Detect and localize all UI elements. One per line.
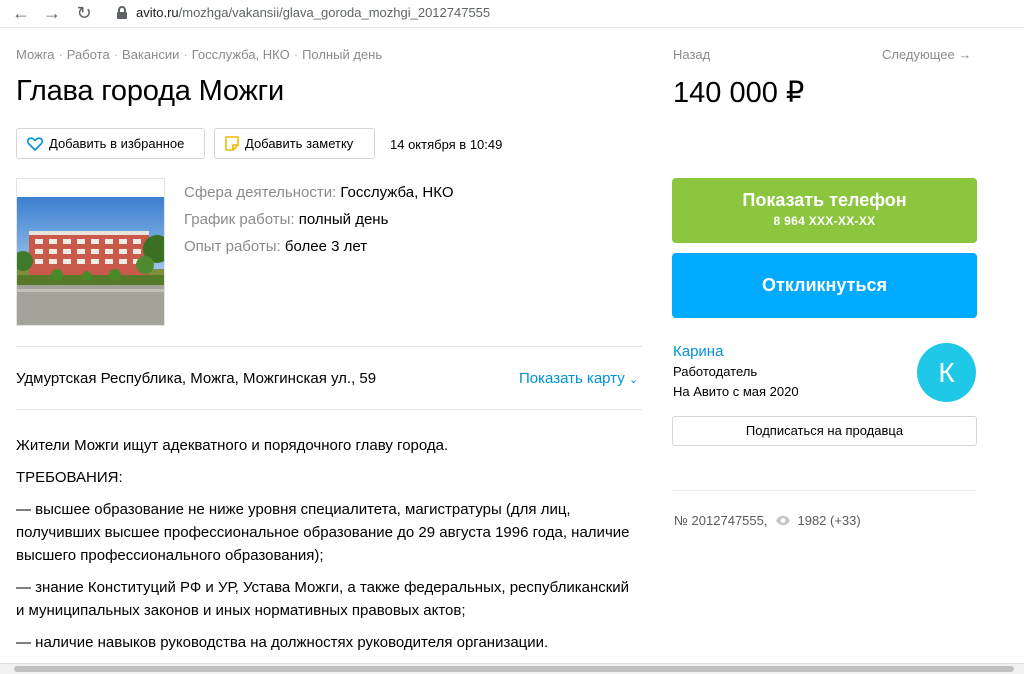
description-paragraph: — знание Конституций РФ и УР, Устава Мож… (16, 579, 630, 619)
avatar[interactable]: К (917, 343, 976, 402)
ad-number: № 2012747555, (674, 513, 768, 528)
url-path: /mozhga/vakansii/glava_goroda_mozhgi_201… (178, 5, 491, 20)
subscribe-button[interactable]: Подписаться на продавца (672, 416, 977, 446)
lock-icon[interactable] (117, 6, 127, 19)
divider (16, 409, 642, 410)
param-value: полный день (298, 211, 389, 228)
divider (672, 490, 977, 491)
breadcrumb-item[interactable]: Госслужба, НКО (192, 47, 290, 62)
description-paragraph: — высшее образование не ниже уровня спец… (16, 501, 630, 564)
browser-toolbar: ← → ↻ avito.ru/mozhga/vakansii/glava_gor… (0, 0, 1024, 28)
breadcrumb-item[interactable]: Полный день (302, 47, 382, 62)
forward-arrow-icon[interactable]: → (42, 3, 62, 23)
listing-photo[interactable] (16, 178, 165, 326)
breadcrumb-item[interactable]: Работа (67, 47, 110, 62)
breadcrumb-separator: · (293, 47, 299, 62)
add-to-favorites-label: Добавить в избранное (49, 136, 185, 151)
seller-role: Работодатель (673, 364, 758, 379)
seller-since: На Авито с мая 2020 (673, 384, 799, 399)
show-map-label: Показать карту (519, 370, 625, 387)
phone-masked: 8 964 XXX-XX-XX (773, 214, 876, 228)
back-arrow-icon[interactable]: ← (11, 3, 31, 23)
prev-listing-link[interactable]: Назад (673, 47, 710, 62)
price: 140 000 ₽ (673, 77, 805, 109)
description-paragraph: Жители Можги ищут адекватного и порядочн… (16, 437, 449, 454)
show-phone-button[interactable]: Показать телефон 8 964 XXX-XX-XX (672, 178, 977, 243)
seller-name-link[interactable]: Карина (673, 343, 723, 360)
reply-button[interactable]: Откликнуться (672, 253, 977, 318)
param-row: Сфера деятельности: Госслужба, НКО (184, 179, 454, 206)
breadcrumb-item[interactable]: Можга (16, 47, 54, 62)
heart-icon (27, 136, 43, 151)
horizontal-scrollbar[interactable] (0, 663, 1024, 674)
views-count: 1982 (+33) (797, 513, 861, 528)
scrollbar-thumb[interactable] (14, 666, 1014, 672)
url-host: avito.ru (136, 5, 179, 20)
eye-icon (775, 515, 791, 526)
add-note-label: Добавить заметку (245, 136, 354, 151)
next-listing-link[interactable]: Следующее → (882, 47, 971, 62)
param-value: более 3 лет (284, 238, 368, 255)
page-title: Глава города Можги (16, 75, 285, 107)
description-paragraph: ТРЕБОВАНИЯ: (16, 469, 123, 486)
reload-icon[interactable]: ↻ (74, 3, 94, 23)
param-row: График работы: полный день (184, 206, 454, 233)
address: Удмуртская Республика, Можга, Можгинская… (16, 370, 377, 387)
address-bar[interactable]: avito.ru/mozhga/vakansii/glava_goroda_mo… (136, 5, 490, 20)
breadcrumb: Можга · Работа · Вакансии · Госслужба, НКО · Пол… (16, 47, 382, 62)
breadcrumb-item[interactable]: Вакансии (122, 47, 179, 62)
show-phone-label: Показать телефон (742, 190, 907, 210)
ad-meta: № 2012747555, 1982 (+33) (674, 513, 861, 528)
breadcrumb-separator: · (183, 47, 188, 62)
breadcrumb-separator: · (58, 47, 63, 62)
add-to-favorites-button[interactable]: Добавить в избранное (16, 128, 205, 159)
param-value: Госслужба, НКО (340, 184, 454, 201)
divider (16, 346, 642, 347)
param-row: Опыт работы: более 3 лет (184, 233, 454, 260)
description: Жители Можги ищут адекватного и порядочн… (16, 434, 636, 663)
show-map-link[interactable]: Показать карту ⌄ (519, 370, 638, 387)
job-parameters: Сфера деятельности: Госслужба, НКО Графи… (184, 179, 454, 260)
chevron-down-icon: ⌄ (628, 374, 639, 386)
publish-date: 14 октября в 10:49 (390, 137, 503, 152)
param-key: Сфера деятельности: (184, 184, 337, 201)
param-key: График работы: (184, 211, 295, 228)
breadcrumb-separator: · (113, 47, 119, 62)
param-key: Опыт работы: (184, 238, 281, 255)
description-paragraph: — наличие навыков руководства на должнос… (16, 634, 549, 651)
add-note-button[interactable]: Добавить заметку (214, 128, 375, 159)
note-icon (225, 136, 239, 151)
